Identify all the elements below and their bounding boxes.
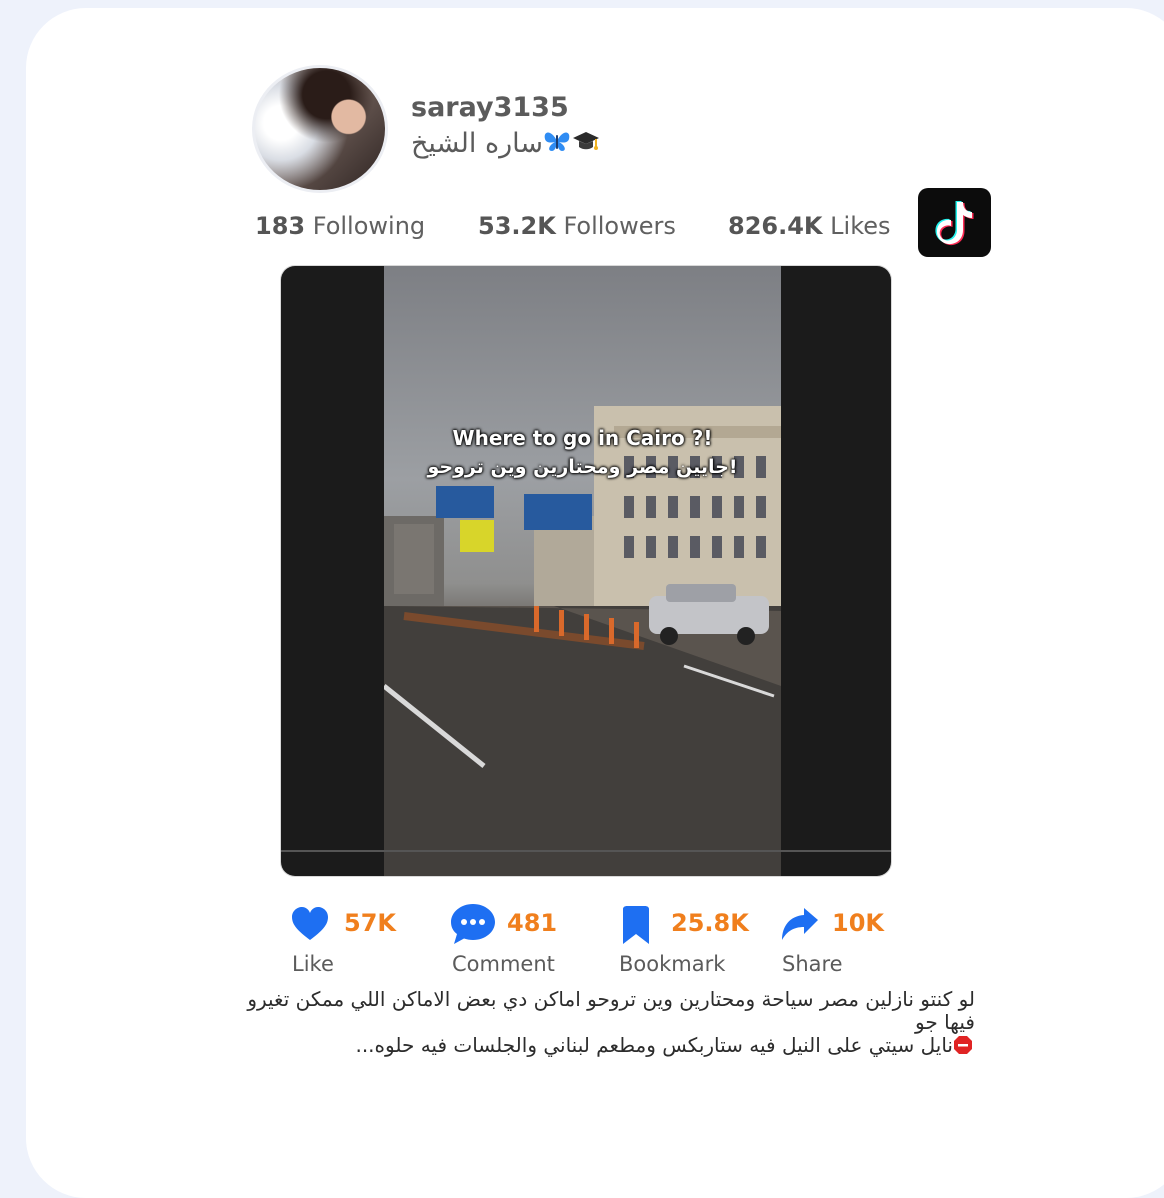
following-stat[interactable]: 183 Following: [255, 212, 425, 240]
like-count: 57K: [344, 909, 396, 937]
share-label: Share: [782, 952, 843, 976]
post-caption: لو كنتو نازلين مصر سياحة ومحتارين وين تر…: [240, 988, 975, 1057]
comment-icon: [451, 904, 495, 944]
caption-line-1: لو كنتو نازلين مصر سياحة ومحتارين وين تر…: [247, 987, 975, 1034]
comment-count: 481: [507, 909, 558, 937]
video-scene: [384, 406, 781, 876]
following-label: Following: [312, 212, 426, 240]
video-progress-bar[interactable]: [281, 850, 891, 852]
followers-label: Followers: [563, 212, 676, 240]
video-overlay-subtitle: جايين مصر ومحتارين وين تروحو!: [427, 456, 738, 478]
avatar[interactable]: [252, 65, 388, 193]
comment-label: Comment: [452, 952, 555, 976]
share-count: 10K: [832, 909, 884, 937]
tiktok-logo-button[interactable]: [918, 188, 991, 257]
video-player[interactable]: Where to go in Cairo ?! جايين مصر ومحتار…: [281, 266, 891, 876]
username[interactable]: saray3135: [411, 92, 569, 123]
following-count: 183: [255, 212, 306, 240]
caption-line-2: نايل سيتي على النيل فيه ستاربكس ومطعم لب…: [240, 1034, 975, 1057]
video-overlay-title: Where to go in Cairo ?!: [452, 426, 713, 450]
display-name-text: ساره الشيخ: [411, 128, 544, 159]
likes-stat: 826.4K Likes: [728, 212, 891, 240]
bookmark-count: 25.8K: [671, 909, 749, 937]
bookmark-icon: [623, 906, 649, 944]
like-label: Like: [292, 952, 334, 976]
butterfly-icon: [543, 129, 571, 160]
graduation-cap-icon: [571, 129, 601, 160]
followers-stat[interactable]: 53.2K Followers: [478, 212, 676, 240]
caption-line-2-text: نايل سيتي على النيل فيه ستاربكس ومطعم لب…: [355, 1033, 953, 1057]
tiktok-logo-icon: [935, 201, 974, 246]
stop-sign-icon: [953, 1035, 973, 1055]
heart-icon: [292, 907, 328, 940]
followers-count: 53.2K: [478, 212, 556, 240]
video-frame: Where to go in Cairo ?! جايين مصر ومحتار…: [384, 266, 781, 876]
display-name: ساره الشيخ: [411, 128, 601, 160]
share-icon: [782, 908, 818, 940]
bookmark-label: Bookmark: [619, 952, 726, 976]
likes-label: Likes: [830, 212, 891, 240]
likes-count: 826.4K: [728, 212, 823, 240]
